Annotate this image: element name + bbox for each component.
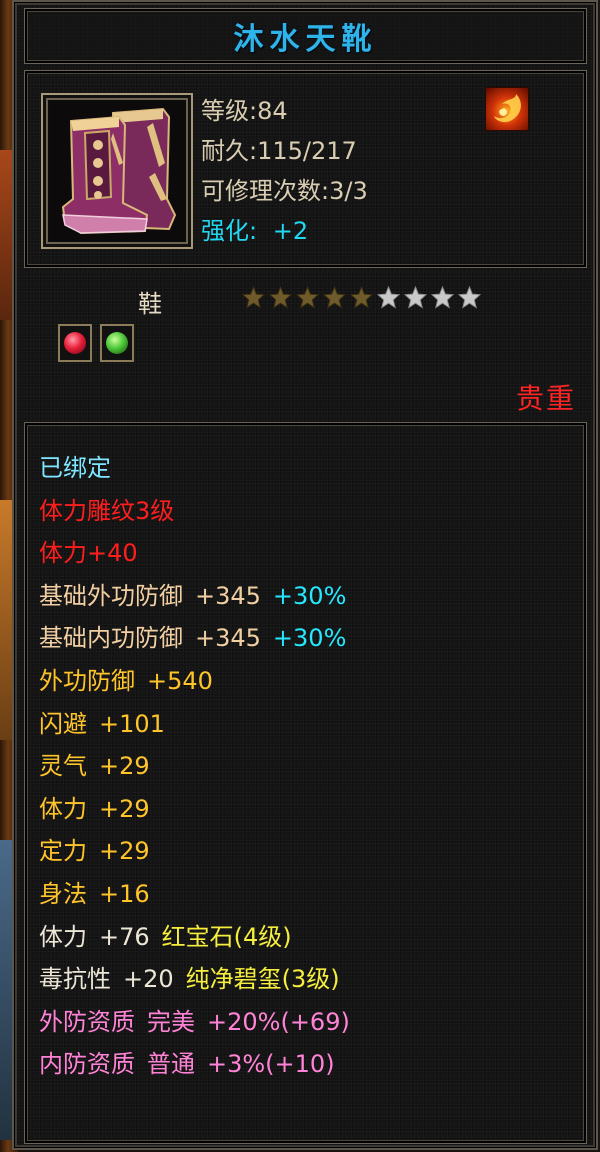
attribute-row: 灵气 +29 bbox=[39, 745, 362, 788]
star-empty-icon bbox=[431, 286, 454, 309]
enhance-value: +2 bbox=[272, 217, 309, 245]
attribute-text: +540 bbox=[147, 666, 213, 695]
attribute-text: +20%(+69) bbox=[207, 1007, 350, 1036]
attribute-panel: 已绑定体力雕纹3级 体力+40 基础外功防御 +345 +30% 基础内功防御 +345 +3… bbox=[24, 422, 587, 1144]
star-filled-icon bbox=[323, 286, 346, 309]
attribute-text: 体力 bbox=[39, 922, 87, 951]
attribute-text: +16 bbox=[99, 879, 150, 908]
enhance-label: 强化: bbox=[201, 217, 258, 245]
attribute-text: +345 bbox=[195, 581, 261, 610]
attribute-row: 体力 +29 bbox=[39, 788, 362, 831]
attribute-text: 外防资质 bbox=[39, 1007, 135, 1036]
star-filled-icon bbox=[242, 286, 265, 309]
attribute-text: +29 bbox=[99, 752, 150, 781]
attribute-text: 外功防御 bbox=[39, 666, 135, 695]
attribute-row: 体力雕纹3级 bbox=[39, 490, 362, 533]
attribute-text: 灵气 bbox=[39, 752, 87, 781]
attribute-row: 外防资质 完美 +20%(+69) bbox=[39, 1001, 362, 1044]
attribute-list: 已绑定体力雕纹3级 体力+40 基础外功防御 +345 +30% 基础内功防御 +345 +3… bbox=[39, 447, 362, 1086]
attribute-text: +101 bbox=[99, 709, 165, 738]
attribute-text: +76 bbox=[99, 922, 150, 951]
star-filled-icon bbox=[296, 286, 319, 309]
star-empty-icon bbox=[404, 286, 427, 309]
attribute-row: 已绑定 bbox=[39, 447, 362, 490]
attribute-text: 身法 bbox=[39, 879, 87, 908]
attribute-row: 毒抗性 +20 纯净碧玺(3级) bbox=[39, 958, 362, 1001]
item-star-rating bbox=[242, 286, 481, 309]
item-stats: 等级:84 耐久:115/217 可修理次数:3/3 强化: +2 bbox=[201, 91, 368, 251]
star-empty-icon bbox=[458, 286, 481, 309]
attribute-text: 基础外功防御 bbox=[39, 581, 183, 610]
attribute-text: +30% bbox=[272, 624, 347, 653]
star-filled-icon bbox=[269, 286, 292, 309]
attribute-text: +29 bbox=[99, 837, 150, 866]
gem-slot[interactable] bbox=[100, 324, 134, 362]
attribute-row: 基础内功防御 +345 +30% bbox=[39, 617, 362, 660]
item-title-bar: 沐水天靴 bbox=[24, 8, 587, 64]
attribute-row: 内防资质 普通 +3%(+10) bbox=[39, 1043, 362, 1086]
item-info-panel: 等级:84 耐久:115/217 可修理次数:3/3 强化: +2 bbox=[24, 70, 587, 268]
attribute-row: 闪避 +101 bbox=[39, 703, 362, 746]
gem-slots bbox=[58, 324, 134, 362]
attribute-text: 毒抗性 bbox=[39, 965, 111, 994]
item-durability: 耐久:115/217 bbox=[201, 137, 357, 165]
attribute-row: 身法 +16 bbox=[39, 873, 362, 916]
attribute-text: +345 bbox=[195, 624, 261, 653]
green-gem-icon bbox=[106, 332, 128, 354]
attribute-text: +20 bbox=[123, 965, 174, 994]
flame-icon bbox=[485, 87, 529, 131]
attribute-row: 基础外功防御 +345 +30% bbox=[39, 575, 362, 618]
item-level: 等级:84 bbox=[201, 97, 288, 125]
attribute-text: 闪避 bbox=[39, 709, 87, 738]
boots-icon bbox=[51, 103, 185, 241]
attribute-text: 定力 bbox=[39, 837, 87, 866]
attribute-text: 完美 bbox=[147, 1007, 195, 1036]
item-tooltip: 沐水天靴 等级:84 耐久:115/217 可修理次数:3/3 强化: +2 鞋… bbox=[12, 0, 598, 1150]
gem-slot[interactable] bbox=[58, 324, 92, 362]
attribute-text: +29 bbox=[99, 794, 150, 823]
item-enhance: 强化: +2 bbox=[201, 211, 368, 251]
item-rarity: 贵重 bbox=[516, 382, 577, 415]
item-type: 鞋 bbox=[138, 290, 162, 318]
attribute-text: 已绑定 bbox=[39, 454, 111, 482]
attribute-text: 体力 bbox=[39, 794, 87, 823]
attribute-text: +3%(+10) bbox=[207, 1050, 335, 1079]
attribute-row: 定力 +29 bbox=[39, 830, 362, 873]
attribute-text: +30% bbox=[272, 581, 347, 610]
attribute-row: 体力 +76 红宝石(4级) bbox=[39, 916, 362, 959]
red-gem-icon bbox=[64, 332, 86, 354]
item-icon-frame bbox=[41, 93, 193, 249]
attribute-text: 体力+40 bbox=[39, 539, 138, 568]
attribute-text: 红宝石(4级) bbox=[161, 922, 292, 951]
item-repair-count: 可修理次数:3/3 bbox=[201, 177, 368, 205]
attribute-text: 基础内功防御 bbox=[39, 624, 183, 653]
star-empty-icon bbox=[377, 286, 400, 309]
item-name: 沐水天靴 bbox=[233, 22, 378, 57]
attribute-text: 内防资质 bbox=[39, 1050, 135, 1079]
star-filled-icon bbox=[350, 286, 373, 309]
attribute-row: 外功防御 +540 bbox=[39, 660, 362, 703]
attribute-row: 体力+40 bbox=[39, 532, 362, 575]
attribute-text: 普通 bbox=[147, 1050, 195, 1079]
attribute-text: 体力雕纹3级 bbox=[39, 496, 175, 525]
attribute-text: 纯净碧玺(3级) bbox=[185, 965, 340, 994]
